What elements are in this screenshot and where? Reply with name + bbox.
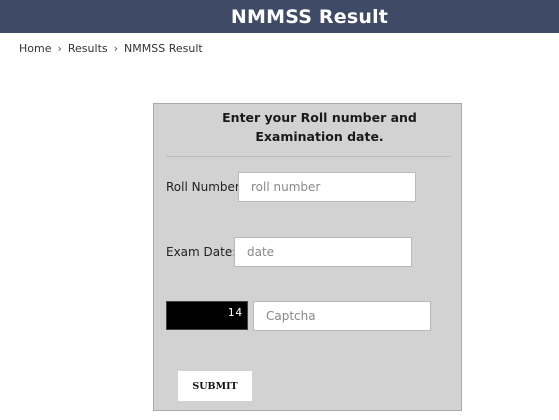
captcha-text: 14 (227, 306, 243, 319)
exam-date-label: Exam Date: (166, 245, 237, 259)
roll-number-label: Roll Number: (166, 180, 244, 194)
captcha-image: 14 (166, 301, 248, 330)
form-divider (166, 156, 451, 157)
captcha-input[interactable] (253, 301, 431, 331)
form-title: Enter your Roll number and Examination d… (222, 110, 417, 144)
submit-button[interactable]: SUBMIT (178, 371, 252, 401)
breadcrumb-home[interactable]: Home (19, 42, 51, 55)
breadcrumb-current: NMMSS Result (124, 42, 203, 55)
page-header: NMMSS Result (0, 0, 559, 33)
page-title: NMMSS Result (230, 5, 389, 28)
breadcrumb: Home › Results › NMMSS Result (19, 42, 203, 55)
breadcrumb-results[interactable]: Results (68, 42, 108, 55)
roll-number-input[interactable] (238, 172, 416, 202)
result-form: Enter your Roll number and Examination d… (153, 103, 462, 411)
breadcrumb-separator-icon: › (57, 42, 62, 55)
breadcrumb-separator-icon: › (113, 42, 119, 55)
exam-date-input[interactable] (234, 237, 412, 267)
